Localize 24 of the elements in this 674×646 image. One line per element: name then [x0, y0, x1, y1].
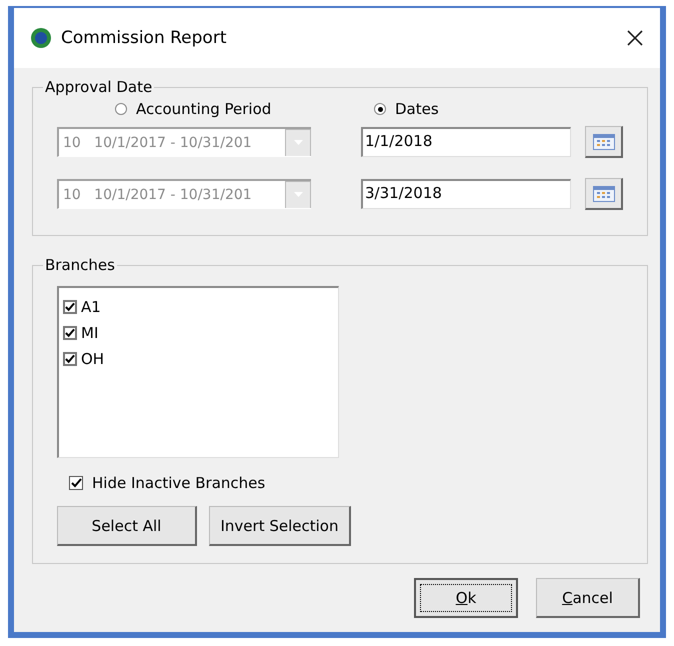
branch-item[interactable]: A1 [63, 294, 334, 320]
radio-option[interactable]: Accounting Period [115, 100, 374, 118]
branch-item[interactable]: OH [63, 346, 334, 372]
radio-option[interactable]: Dates [374, 100, 633, 118]
checkmark-icon [65, 302, 75, 312]
calendar-button[interactable] [585, 126, 623, 158]
checkmark-icon [65, 354, 75, 364]
group-title: Approval Date [44, 78, 154, 96]
calendar-icon [592, 134, 614, 150]
close-icon[interactable] [626, 29, 644, 47]
group-title: Branches [44, 256, 116, 274]
calendar-button[interactable] [585, 178, 623, 210]
app-logo-icon [30, 27, 52, 49]
dialog-button[interactable]: Cancel [536, 578, 640, 618]
calendar-icon [592, 186, 614, 202]
dialog-button[interactable]: Ok [414, 578, 518, 618]
branch-item[interactable]: MI [63, 320, 334, 346]
date-field[interactable]: 1/1/2018 [361, 127, 571, 157]
list-action-button[interactable]: Invert Selection [209, 506, 351, 546]
window-title: Commission Report [61, 28, 228, 48]
list-action-button[interactable]: Select All [57, 506, 197, 546]
checkmark-icon [65, 328, 75, 338]
date-field[interactable]: 3/31/2018 [361, 179, 571, 209]
checkmark-icon [70, 478, 82, 488]
